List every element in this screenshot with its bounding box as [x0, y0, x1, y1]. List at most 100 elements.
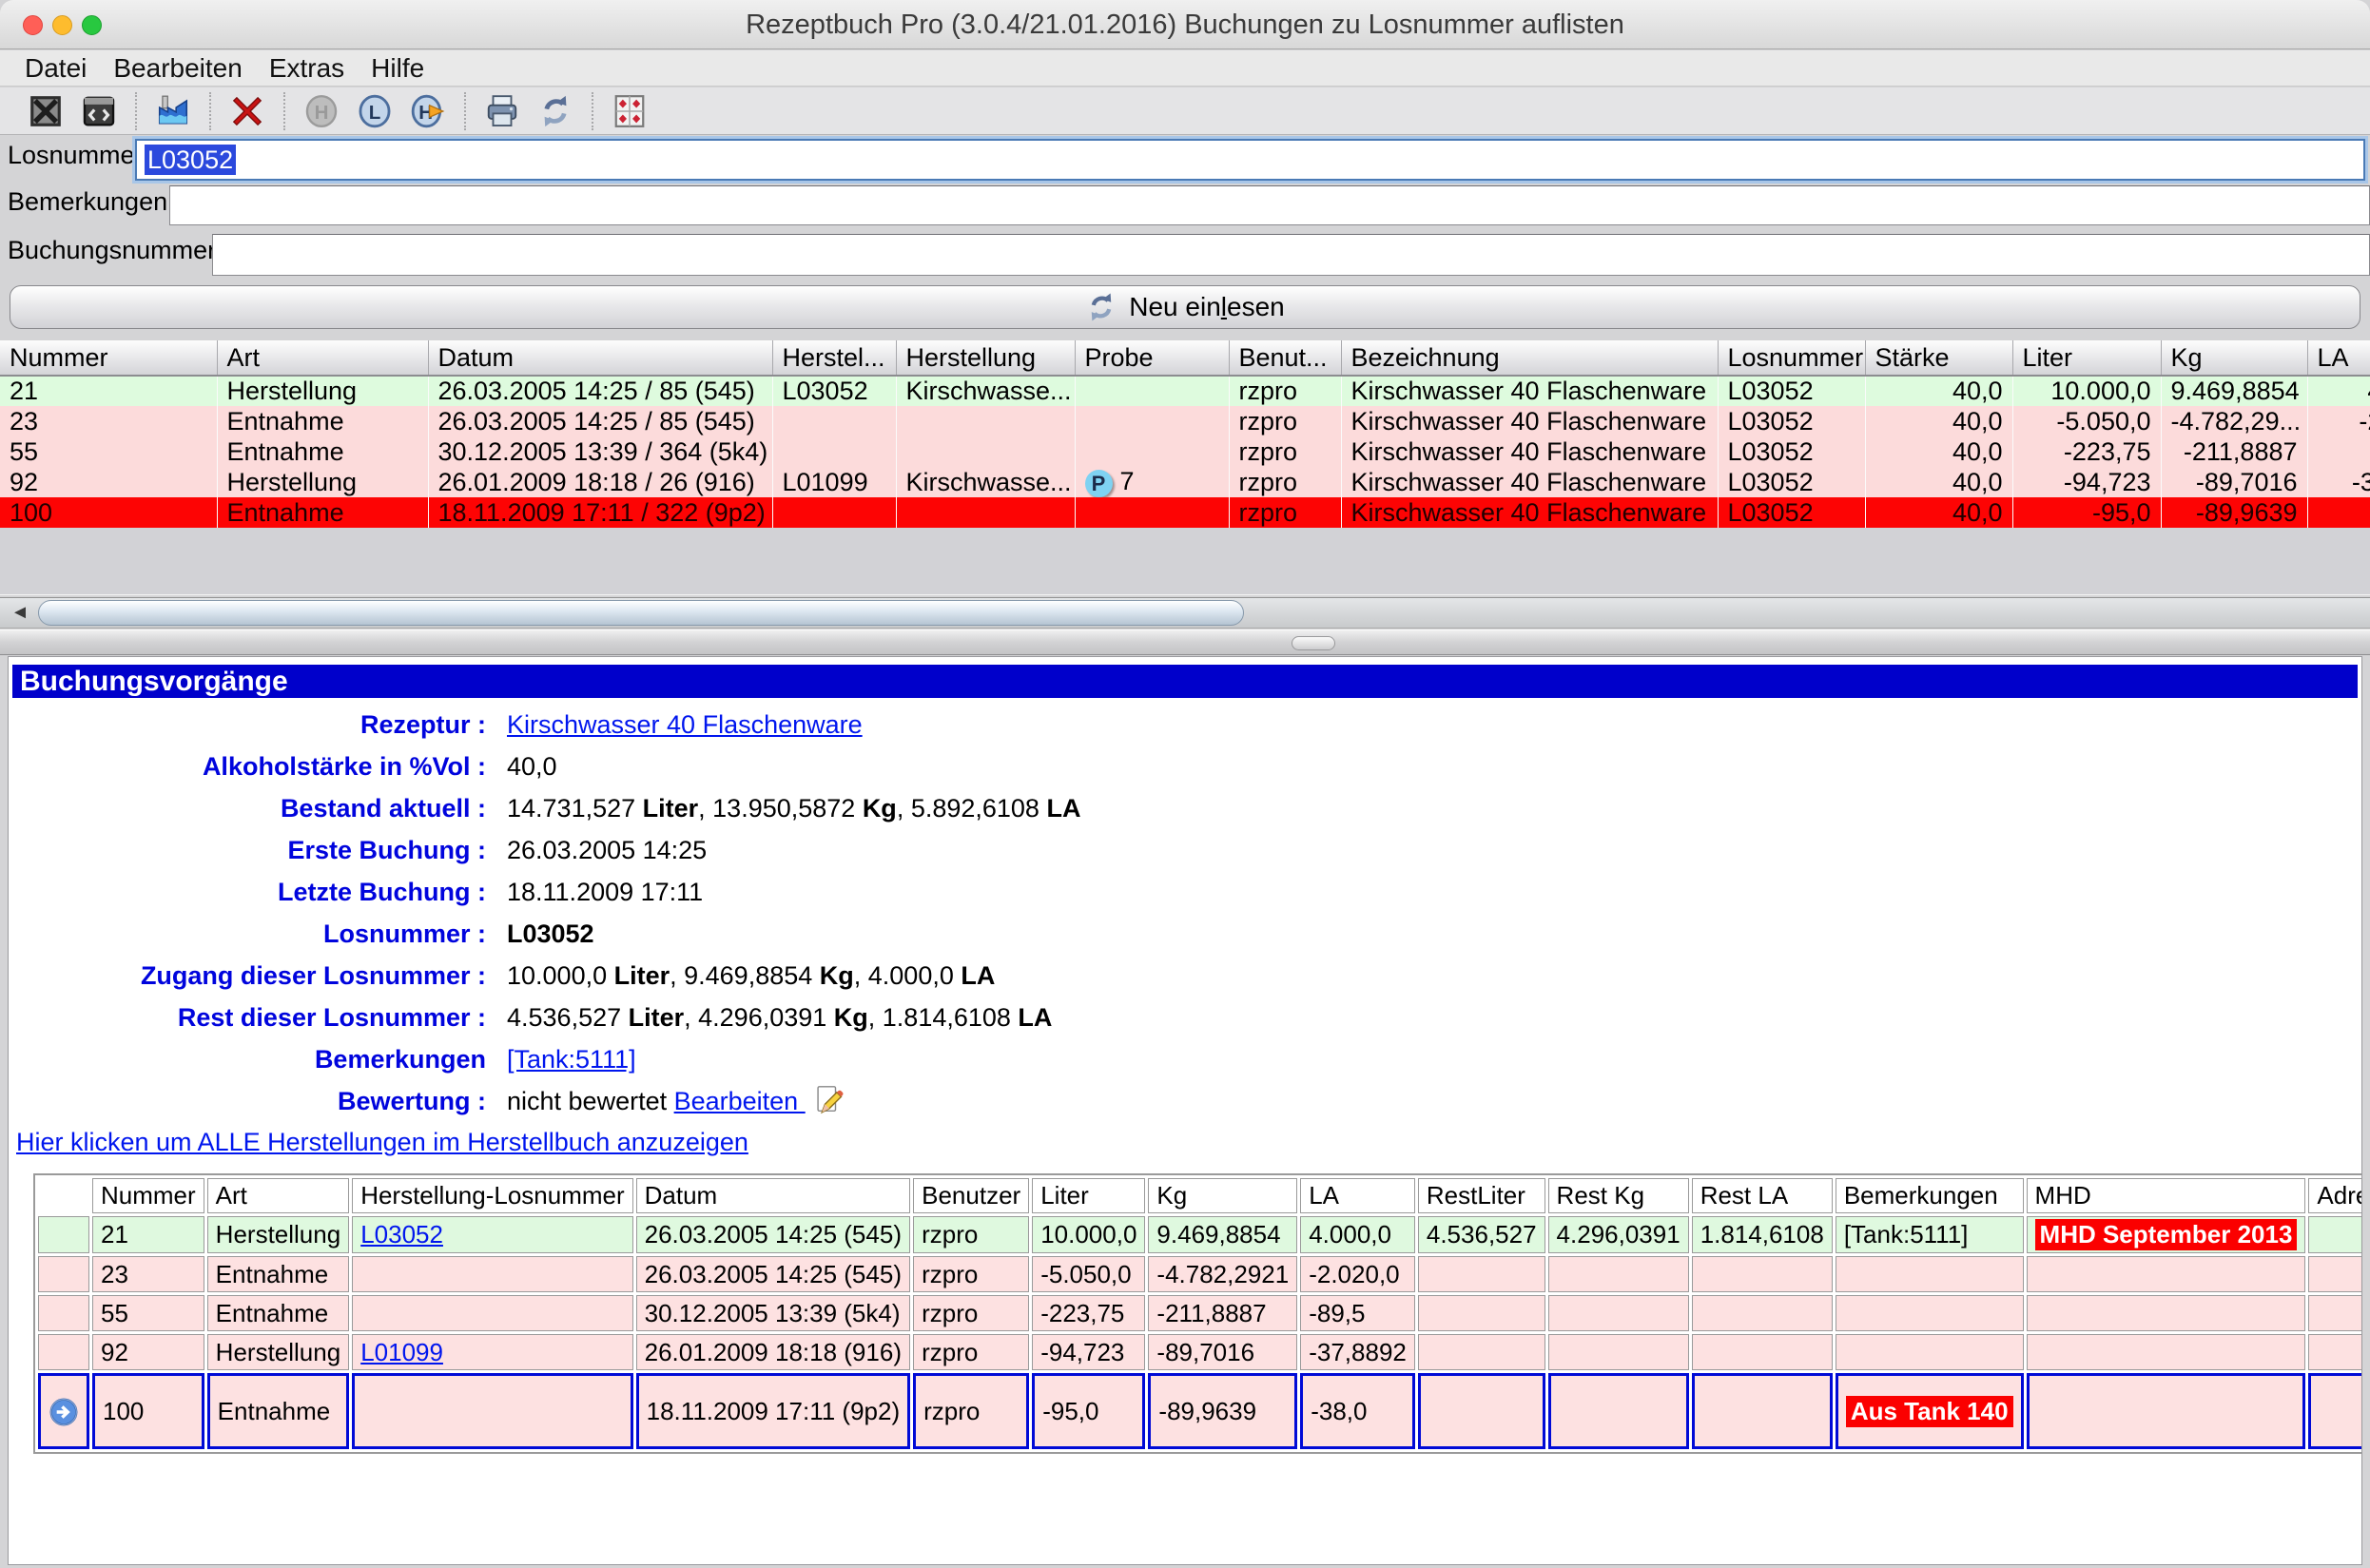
table-cell: -94,723: [2012, 467, 2161, 497]
detail-table-cell: [352, 1256, 632, 1292]
toolbar-group: [464, 92, 592, 130]
column-header-herstellung[interactable]: Herstellung: [896, 340, 1075, 376]
table-row[interactable]: 55Entnahme30.12.2005 13:39 / 364 (5k4)rz…: [0, 436, 2370, 467]
bookings-table: NummerArtDatumHerstel...HerstellungProbe…: [0, 340, 2370, 528]
detail-link[interactable]: [Tank:5111]: [507, 1045, 636, 1074]
detail-link[interactable]: Bearbeiten: [674, 1087, 806, 1115]
table-row[interactable]: 100Entnahme18.11.2009 17:11 / 322 (9p2)r…: [0, 497, 2370, 528]
lager-icon[interactable]: L: [356, 92, 394, 130]
table-cell: -223,75: [2012, 436, 2161, 467]
losnummer-input[interactable]: L03052: [135, 139, 2365, 181]
detail-table-cell: [2308, 1295, 2362, 1331]
detail-table-cell: 9.469,8854: [1148, 1216, 1297, 1253]
table-cell: 26.03.2005 14:25 / 85 (545): [428, 376, 772, 406]
detail-label: Losnummer :: [9, 913, 486, 955]
column-header-art[interactable]: Art: [217, 340, 428, 376]
detail-table-row[interactable]: 21HerstellungL0305226.03.2005 14:25 (545…: [38, 1216, 2362, 1253]
menu-datei[interactable]: Datei: [11, 50, 100, 87]
scroll-left-button[interactable]: ◄: [4, 598, 36, 628]
detail-column-header: Benutzer: [913, 1178, 1029, 1213]
table-cell: 9.469,8854: [2161, 376, 2307, 406]
column-header-losnummer[interactable]: Losnummer: [1718, 340, 1865, 376]
table-cell: L03052: [772, 376, 896, 406]
probe-badge: P: [1085, 470, 1113, 497]
detail-table-cell: [Tank:5111]: [1836, 1216, 2024, 1253]
column-header-bezeichnung[interactable]: Bezeichnung: [1341, 340, 1718, 376]
detail-table-cell: 23: [92, 1256, 204, 1292]
herstellbuch-disabled-icon[interactable]: H: [302, 92, 340, 130]
table-cell: -2.020,0: [2307, 406, 2370, 436]
detail-table-cell: [38, 1373, 89, 1449]
menu-hilfe[interactable]: Hilfe: [358, 50, 437, 87]
scrollbar-thumb[interactable]: [38, 600, 1244, 626]
detail-value: 26.03.2005 14:25: [507, 829, 707, 871]
table-cell: [772, 436, 896, 467]
detail-table-row[interactable]: 92HerstellungL0109926.01.2009 18:18 (916…: [38, 1334, 2362, 1370]
detail-column-header: Art: [207, 1178, 350, 1213]
buchungsnummern-input[interactable]: [212, 234, 2370, 276]
table-row[interactable]: 92Herstellung26.01.2009 18:18 / 26 (916)…: [0, 467, 2370, 497]
table-cell: Kirschwasser 40 Flaschenware: [1341, 436, 1718, 467]
detail-table-cell: -4.782,2921: [1148, 1256, 1297, 1292]
neu-einlesen-button[interactable]: Neu einlesen: [10, 285, 2360, 329]
column-header-nummer[interactable]: Nummer: [0, 340, 217, 376]
refresh-icon[interactable]: [536, 92, 574, 130]
pattern-grid-icon[interactable]: [611, 92, 649, 130]
table-cell: 23: [0, 406, 217, 436]
detail-column-header: RestLiter: [1418, 1178, 1545, 1213]
detail-label: Letzte Buchung :: [9, 871, 486, 913]
toolbar: HLH: [0, 87, 2370, 135]
table-row[interactable]: 23Entnahme26.03.2005 14:25 / 85 (545)rzp…: [0, 406, 2370, 436]
show-all-herstellungen-link[interactable]: Hier klicken um ALLE Herstellungen im He…: [16, 1128, 748, 1156]
detail-table-row[interactable]: 55Entnahme30.12.2005 13:39 (5k4)rzpro-22…: [38, 1295, 2362, 1331]
table-cell: L03052: [1718, 406, 1865, 436]
print-icon[interactable]: [483, 92, 521, 130]
detail-table-row[interactable]: 23Entnahme26.03.2005 14:25 (545)rzpro-5.…: [38, 1256, 2362, 1292]
detail-table-cell: [1692, 1373, 1833, 1449]
toolbar-group: [592, 92, 666, 130]
column-header-benut[interactable]: Benut...: [1229, 340, 1341, 376]
column-header-probe[interactable]: Probe: [1075, 340, 1229, 376]
alert-badge: MHD September 2013: [2035, 1219, 2298, 1250]
losnummer-label: Losnummer: [8, 141, 144, 170]
column-header-la[interactable]: LA: [2307, 340, 2370, 376]
detail-column-header: Rest LA: [1692, 1178, 1833, 1213]
detail-column-header: [38, 1178, 89, 1213]
factory-icon[interactable]: [154, 92, 192, 130]
detail-label: Rest dieser Losnummer :: [9, 997, 486, 1038]
losnummer-link[interactable]: L03052: [360, 1220, 443, 1249]
detail-column-header: Nummer: [92, 1178, 204, 1213]
bemerkungen-input[interactable]: [169, 185, 2370, 225]
edit-pencil-icon[interactable]: [806, 1087, 844, 1115]
detail-column-header: Rest Kg: [1548, 1178, 1689, 1213]
window-list-icon[interactable]: [80, 92, 118, 130]
detail-label: Zugang dieser Losnummer :: [9, 955, 486, 997]
column-header-strke[interactable]: Stärke: [1865, 340, 2012, 376]
close-window-icon[interactable]: [27, 92, 65, 130]
detail-column-header: MHD: [2027, 1178, 2306, 1213]
detail-table-cell: [1836, 1256, 2024, 1292]
detail-link[interactable]: Kirschwasser 40 Flaschenware: [507, 710, 863, 739]
details-title: Buchungsvorgänge: [12, 665, 2358, 698]
delete-icon[interactable]: [228, 92, 266, 130]
table-cell: Kirschwasse...: [896, 467, 1075, 497]
herstellung-goto-icon[interactable]: H: [409, 92, 447, 130]
table-row[interactable]: 21Herstellung26.03.2005 14:25 / 85 (545)…: [0, 376, 2370, 406]
column-header-liter[interactable]: Liter: [2012, 340, 2161, 376]
menu-extras[interactable]: Extras: [256, 50, 358, 87]
detail-table-row[interactable]: 100Entnahme18.11.2009 17:11 (9p2)rzpro-9…: [38, 1373, 2362, 1449]
table-cell: 10.000,0: [2012, 376, 2161, 406]
table-cell: -37,8892: [2307, 467, 2370, 497]
menu-bar: Datei Bearbeiten Extras Hilfe: [0, 50, 2370, 87]
column-header-herstel[interactable]: Herstel...: [772, 340, 896, 376]
table-cell: Kirschwasser 40 Flaschenware: [1341, 406, 1718, 436]
splitter-grip[interactable]: [1292, 636, 1335, 650]
detail-table-cell: 1.814,6108: [1692, 1216, 1833, 1253]
detail-table-cell: MHD September 2013: [2027, 1216, 2306, 1253]
column-header-kg[interactable]: Kg: [2161, 340, 2307, 376]
detail-table-cell: [1548, 1295, 1689, 1331]
losnummer-link[interactable]: L01099: [360, 1338, 443, 1366]
column-header-datum[interactable]: Datum: [428, 340, 772, 376]
bookings-table-wrap: NummerArtDatumHerstel...HerstellungProbe…: [0, 340, 2370, 595]
menu-bearbeiten[interactable]: Bearbeiten: [100, 50, 255, 87]
